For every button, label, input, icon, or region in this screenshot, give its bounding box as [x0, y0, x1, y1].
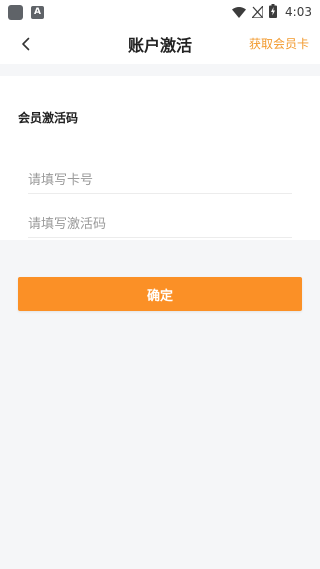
- status-time: 4:03: [285, 5, 312, 19]
- chevron-left-icon: [22, 37, 30, 51]
- get-membership-card-link[interactable]: 获取会员卡: [249, 35, 309, 52]
- app-icon: [8, 4, 23, 20]
- section-title: 会员激活码: [18, 111, 79, 125]
- wifi-icon: [232, 3, 247, 22]
- status-bar: A 4:03: [0, 0, 320, 24]
- activation-form: 会员激活码: [0, 76, 320, 240]
- screen: A 4:03 账户激活 获取会员卡 会员激活码 请填写卡号 请填写激活码 确定: [0, 0, 320, 569]
- page-title: 账户激活: [127, 36, 192, 55]
- no-signal-icon: [250, 3, 264, 22]
- battery-charging-icon: [269, 3, 278, 22]
- confirm-button[interactable]: 确定: [18, 277, 302, 311]
- status-icons: 4:03: [232, 3, 312, 22]
- card-number-input[interactable]: [28, 168, 292, 193]
- notification-icon: A: [31, 5, 44, 19]
- nav-bar: 账户激活 获取会员卡: [0, 24, 320, 64]
- activation-code-row: [28, 212, 292, 238]
- card-number-row: [28, 168, 292, 194]
- back-button[interactable]: [12, 30, 40, 58]
- activation-code-input[interactable]: [28, 212, 292, 237]
